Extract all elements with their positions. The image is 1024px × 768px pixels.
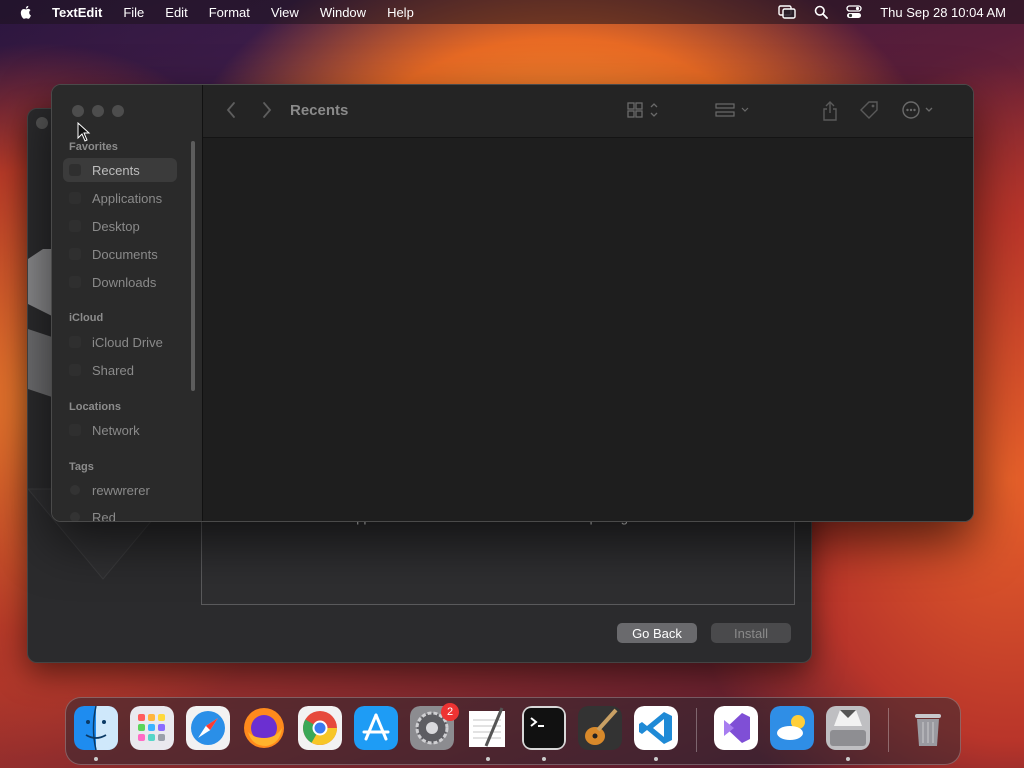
dock-separator	[696, 708, 697, 752]
icon-view-grid-icon[interactable]	[627, 100, 663, 120]
dock: 2	[65, 697, 961, 765]
shared-folder-icon	[69, 364, 81, 376]
window-title: Recents	[290, 102, 349, 119]
sidebar-item-icloud-drive[interactable]: iCloud Drive	[63, 330, 177, 354]
cloud-icon	[69, 336, 81, 348]
forward-chevron-icon[interactable]	[261, 100, 273, 120]
textedit-icon[interactable]	[466, 706, 510, 750]
finder-content: Recents	[203, 85, 973, 521]
terminal-icon[interactable]	[522, 706, 566, 750]
group-by-icon[interactable]	[715, 100, 753, 120]
apple-menu-icon[interactable]	[18, 4, 34, 20]
sidebar-item-shared[interactable]: Shared	[63, 358, 177, 382]
minimize-button[interactable]	[92, 105, 104, 117]
running-indicator	[654, 757, 658, 761]
window-close-dot[interactable]	[36, 117, 48, 129]
notification-badge: 2	[441, 703, 459, 721]
menu-bar: TextEdit File Edit Format View Window He…	[0, 0, 1024, 24]
finder-sidebar: Favorites Recents Applications Desktop D…	[52, 85, 203, 521]
sidebar-item-recents[interactable]: Recents	[63, 158, 177, 182]
finder-toolbar: Recents	[203, 85, 973, 138]
clock-icon	[69, 164, 81, 176]
sidebar-item-downloads[interactable]: Downloads	[63, 270, 177, 294]
running-indicator	[542, 757, 546, 761]
trash-icon[interactable]	[906, 706, 950, 750]
control-center-icon[interactable]	[846, 5, 862, 19]
document-icon	[69, 248, 81, 260]
mouse-pointer-icon	[77, 122, 91, 142]
dock-separator	[888, 708, 889, 752]
running-indicator	[486, 757, 490, 761]
vscode-icon[interactable]	[634, 706, 678, 750]
weather-icon[interactable]	[770, 706, 814, 750]
sidebar-item-network[interactable]: Network	[63, 418, 177, 442]
sidebar-scrollbar[interactable]	[191, 141, 195, 391]
garageband-icon[interactable]	[578, 706, 622, 750]
firefox-icon[interactable]	[242, 706, 286, 750]
menu-file[interactable]: File	[123, 5, 144, 20]
menu-window[interactable]: Window	[320, 5, 366, 20]
applications-icon	[69, 192, 81, 204]
share-icon[interactable]	[821, 100, 839, 122]
running-indicator	[846, 757, 850, 761]
sidebar-header-locations: Locations	[69, 401, 121, 413]
desktop-icon	[69, 220, 81, 232]
finder-window: Favorites Recents Applications Desktop D…	[51, 84, 974, 522]
safari-icon[interactable]	[186, 706, 230, 750]
sidebar-item-desktop[interactable]: Desktop	[63, 214, 177, 238]
zoom-button[interactable]	[112, 105, 124, 117]
network-globe-icon	[69, 424, 81, 436]
menu-format[interactable]: Format	[209, 5, 250, 20]
tag-dot-icon	[70, 512, 80, 521]
sidebar-header-favorites: Favorites	[69, 141, 118, 153]
menu-bar-clock[interactable]: Thu Sep 28 10:04 AM	[880, 5, 1006, 20]
screen-mirroring-icon[interactable]	[778, 5, 796, 19]
menu-app-name[interactable]: TextEdit	[52, 5, 102, 20]
menu-edit[interactable]: Edit	[165, 5, 187, 20]
app-store-icon[interactable]	[354, 706, 398, 750]
menu-help[interactable]: Help	[387, 5, 414, 20]
sidebar-header-icloud: iCloud	[69, 312, 104, 324]
close-button[interactable]	[72, 105, 84, 117]
install-button[interactable]: Install	[711, 623, 791, 643]
visual-studio-icon[interactable]	[714, 706, 758, 750]
tag-dot-icon	[70, 485, 80, 495]
spotlight-search-icon[interactable]	[814, 5, 829, 19]
sidebar-item-documents[interactable]: Documents	[63, 242, 177, 266]
running-indicator	[94, 757, 98, 761]
go-back-button[interactable]: Go Back	[617, 623, 697, 643]
sidebar-header-tags: Tags	[69, 461, 94, 473]
sidebar-tag-red[interactable]: Red	[63, 505, 177, 521]
sidebar-tag-rewwrerer[interactable]: rewwrerer	[63, 478, 177, 502]
launchpad-icon[interactable]	[130, 706, 174, 750]
menu-view[interactable]: View	[271, 5, 299, 20]
boot-camp-icon[interactable]	[826, 706, 870, 750]
download-icon	[69, 276, 81, 288]
back-chevron-icon[interactable]	[225, 100, 237, 120]
finder-icon[interactable]	[74, 706, 118, 750]
tag-icon[interactable]	[859, 100, 879, 120]
more-actions-icon[interactable]	[901, 100, 937, 120]
chrome-icon[interactable]	[298, 706, 342, 750]
sidebar-item-applications[interactable]: Applications	[63, 186, 177, 210]
